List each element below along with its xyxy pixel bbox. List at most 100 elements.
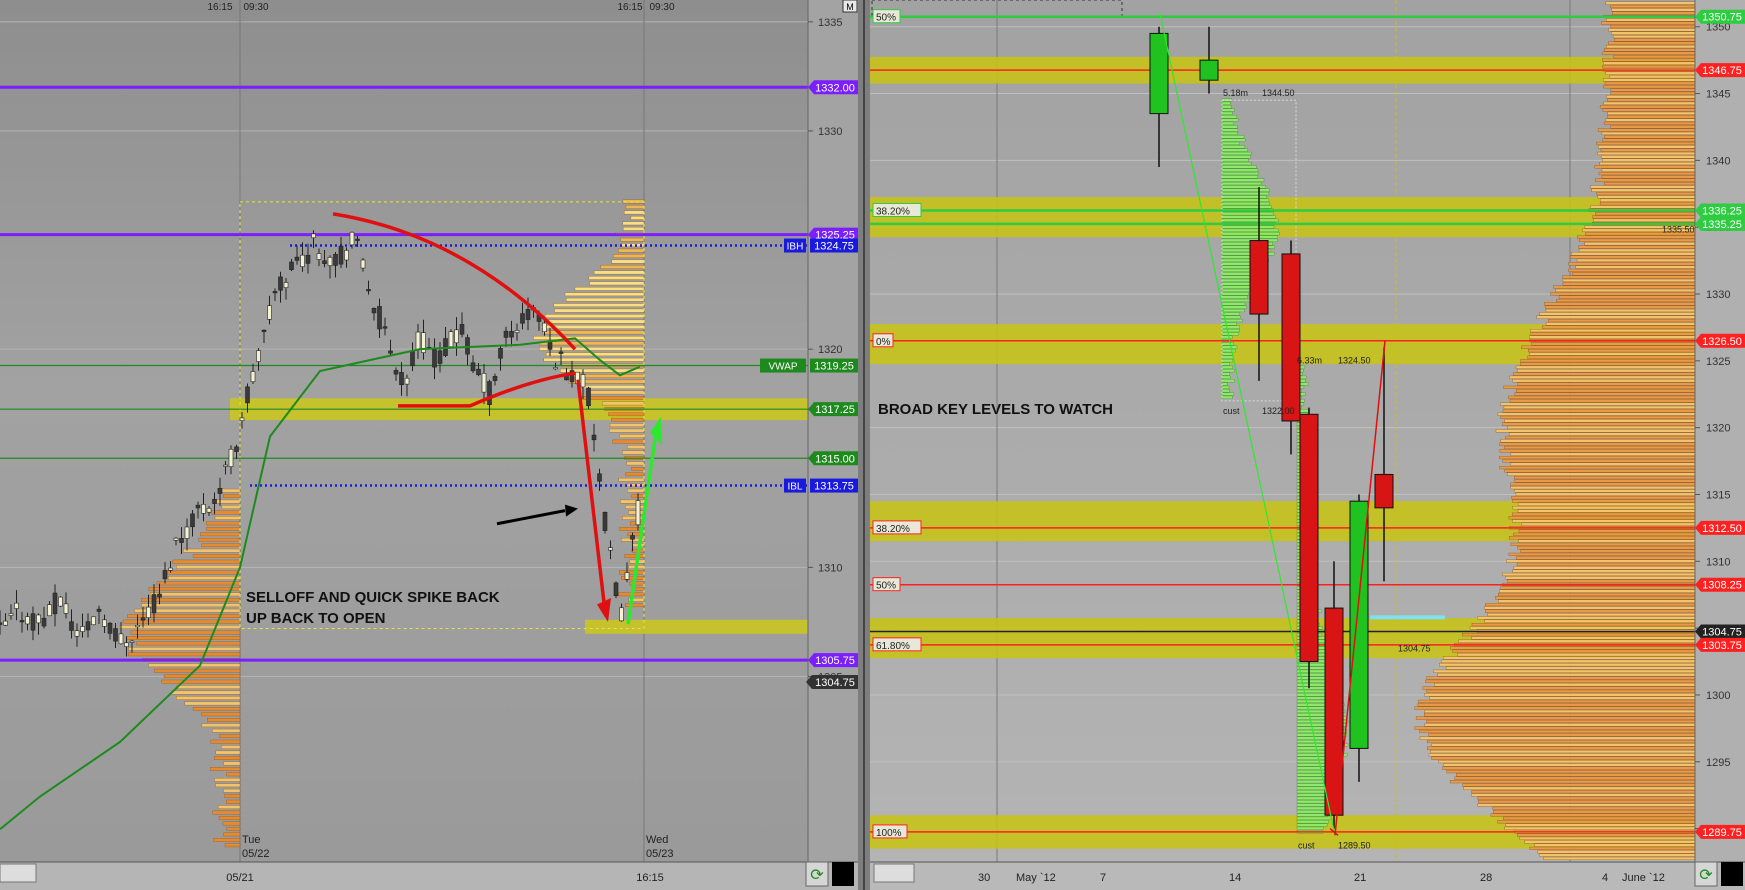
left-axis-tick-label: 1330 — [818, 126, 842, 138]
right-chart-panel[interactable]: 50% 38.20% 0% 38.20% 50% 61.80% 100% 5.18m 1344… — [870, 0, 1745, 890]
composite-profile-bar — [1601, 21, 1696, 25]
daily-profile-bar — [1221, 202, 1270, 206]
profile-bar — [625, 205, 645, 209]
daily-profile-bar — [1221, 182, 1262, 186]
refresh-icon: ⟳ — [810, 865, 824, 884]
composite-profile-bar — [1600, 148, 1696, 152]
price-bar-body — [168, 567, 173, 571]
composite-profile-bar — [1502, 459, 1696, 463]
price-bar-body — [30, 613, 36, 631]
composite-profile-bar — [1571, 272, 1696, 276]
candle-body — [1281, 253, 1301, 422]
level-price-text: 1319.25 — [814, 361, 854, 373]
price-bar-body — [25, 616, 30, 625]
profile-bar — [201, 723, 241, 728]
composite-profile-bar — [1603, 85, 1696, 89]
price-bar-body — [173, 537, 179, 541]
daily-profile-bar — [1221, 382, 1228, 386]
profile-label: 1344.50 — [1262, 88, 1295, 98]
composite-profile-bar — [1602, 65, 1696, 69]
level-price-text: 1317.25 — [815, 404, 855, 416]
price-bar-body — [267, 305, 272, 320]
time-top-label: 09:30 — [649, 2, 674, 13]
composite-profile-bar — [1509, 399, 1696, 403]
left-black-box — [832, 862, 854, 886]
composite-profile-bar — [1527, 355, 1696, 359]
composite-profile-bar — [1484, 606, 1696, 610]
time-top-label: 16:15 — [207, 2, 232, 13]
profile-bar — [618, 248, 645, 253]
profile-bar — [619, 434, 645, 438]
profile-label: 1304.75 — [1398, 643, 1431, 653]
daily-profile-bar — [1221, 108, 1235, 112]
composite-profile-bar — [1604, 48, 1696, 52]
price-bar-body — [580, 374, 586, 388]
composite-profile-bar — [1500, 439, 1696, 443]
composite-profile-bar — [1519, 836, 1696, 840]
daily-profile-bar — [1221, 322, 1237, 326]
fib-tag-text: 100% — [876, 828, 902, 839]
composite-profile-bar — [1538, 853, 1696, 857]
daily-profile-bar — [1221, 105, 1232, 109]
right-level-price-text: 1304.75 — [1702, 626, 1742, 638]
profile-bar — [214, 778, 241, 782]
price-bar-body — [14, 602, 19, 609]
composite-profile-bar — [1611, 31, 1696, 35]
right-level-price-text: 1289.75 — [1702, 827, 1742, 839]
left-scrollbar[interactable] — [0, 863, 37, 883]
price-bar-body — [470, 362, 476, 372]
profile-bar — [207, 718, 241, 722]
composite-profile-bar — [1610, 125, 1696, 129]
daily-profile-bar — [1221, 115, 1237, 119]
composite-profile-bar — [1499, 449, 1696, 453]
composite-profile-bar — [1471, 793, 1696, 797]
profile-bar — [612, 439, 645, 444]
composite-profile-bar — [1502, 422, 1696, 426]
profile-bar — [128, 652, 241, 657]
composite-profile-bar — [1611, 8, 1696, 12]
composite-profile-bar — [1606, 95, 1696, 99]
price-bar-body — [245, 386, 250, 404]
price-bar-body — [476, 368, 481, 376]
price-bar-body — [129, 640, 135, 643]
composite-profile-bar — [1590, 205, 1696, 209]
composite-profile-bar — [1517, 509, 1696, 513]
composite-profile-bar — [1507, 472, 1696, 476]
profile-bar — [200, 532, 241, 537]
composite-profile-bar — [1548, 318, 1696, 323]
right-key-zone — [870, 197, 1695, 238]
right-scrollbar[interactable] — [873, 863, 915, 883]
price-bar-body — [146, 606, 151, 618]
profile-bar — [554, 308, 645, 313]
composite-profile-bar — [1512, 499, 1696, 503]
right-axis-tick-label: 1300 — [1706, 690, 1730, 702]
profile-bar — [223, 494, 241, 498]
composite-profile-bar — [1575, 265, 1696, 269]
composite-profile-bar — [1512, 519, 1696, 523]
level-price-text: 1324.75 — [814, 241, 854, 253]
composite-profile-bar — [1605, 71, 1696, 75]
profile-bar — [221, 745, 241, 749]
composite-profile-bar — [1606, 18, 1696, 22]
profile-bar — [564, 292, 645, 297]
left-chart-panel[interactable]: 13051310132013301335 1332.001325.25IBH13… — [0, 0, 858, 890]
composite-profile-bar — [1422, 686, 1696, 690]
profile-bar — [215, 750, 241, 755]
composite-profile-bar — [1604, 81, 1696, 85]
composite-profile-bar — [1431, 743, 1696, 747]
daily-profile-bar — [1221, 138, 1246, 142]
composite-profile-bar — [1515, 365, 1696, 369]
price-bar-body — [234, 446, 239, 452]
daily-profile-bar — [1221, 372, 1231, 376]
price-bar-body — [96, 608, 102, 612]
right-level-price-text: 1335.25 — [1702, 219, 1742, 231]
price-bar-body — [36, 614, 41, 624]
composite-profile-bar — [1515, 492, 1696, 496]
right-axis-tick-label: 1315 — [1706, 489, 1730, 501]
composite-profile-bar — [1562, 275, 1696, 279]
level-price-text: 1313.75 — [814, 481, 854, 493]
composite-profile-bar — [1417, 703, 1696, 707]
profile-bar — [172, 559, 241, 564]
price-bar-body — [586, 387, 591, 407]
profile-bar — [184, 701, 241, 706]
